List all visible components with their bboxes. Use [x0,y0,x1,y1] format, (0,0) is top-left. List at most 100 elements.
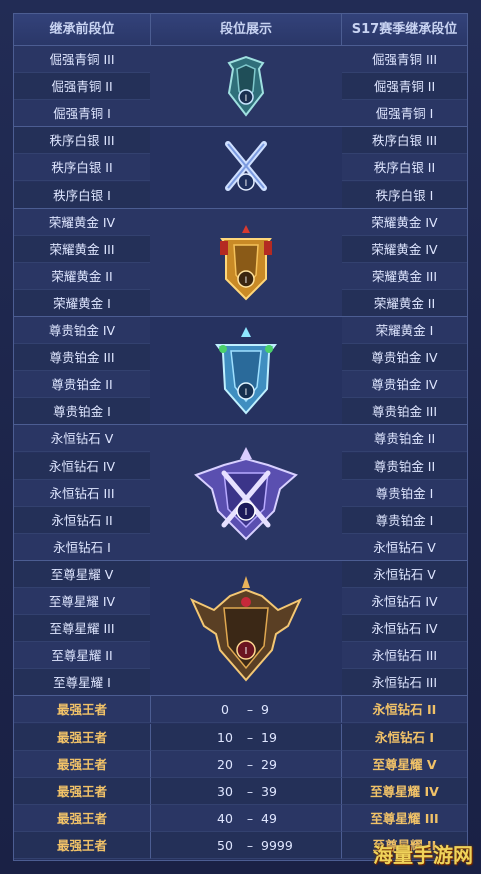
rank-after-cell: 至尊星耀 IV [342,777,467,805]
rank-badge-cell: I [150,208,342,317]
rank-inheritance-table: 继承前段位 段位展示 S17赛季继承段位 倔强青铜 III 倔强青铜 III 倔强青… [13,13,468,861]
gold-badge-icon: I [214,223,278,307]
rank-after-cell: 永恒钻石 IV [342,588,467,615]
king-rank-cell: 最强王者 [14,696,150,724]
rank-after-cell: 尊贵铂金 IV [342,344,467,372]
rank-after-cell: 秩序白银 I [342,181,467,209]
star-range-cell: 20–29 [150,750,342,778]
rank-after-cell: 荣耀黄金 I [342,317,467,344]
rank-before-cell: 至尊星耀 V [14,560,150,588]
rank-after-cell: 永恒钻石 I [342,723,467,751]
king-rank-cell: 最强王者 [14,723,150,751]
header-before-rank: 继承前段位 [14,14,150,46]
rank-before-cell: 荣耀黄金 II [14,262,150,290]
rank-before-cell: 尊贵铂金 II [14,371,150,399]
rank-before-cell: 至尊星耀 IV [14,588,150,615]
rank-before-cell: 荣耀黄金 IV [14,208,150,236]
star-range-cell: 50–9999 [150,831,342,859]
rank-before-cell: 荣耀黄金 III [14,235,150,263]
star-range-dash: – [246,729,254,745]
rank-after-cell: 永恒钻石 V [342,560,467,588]
rank-after-cell: 尊贵铂金 I [342,479,467,507]
rank-after-cell: 倔强青铜 I [342,100,467,128]
star-range-cell: 40–49 [150,804,342,832]
star-range-dash: – [246,756,254,772]
rank-after-cell: 至尊星耀 V [342,750,467,778]
svg-text:I: I [245,276,248,286]
star-range-cell: 30–39 [150,777,342,805]
rank-after-cell: 倔强青铜 III [342,46,467,73]
rank-after-cell: 永恒钻石 III [342,669,467,697]
rank-badge-cell: I [150,127,342,209]
rank-before-cell: 秩序白银 I [14,181,150,209]
rank-after-cell: 荣耀黄金 III [342,262,467,290]
star-range-from: 10 [217,729,233,745]
rank-before-cell: 倔强青铜 I [14,100,150,128]
rank-badge-cell: I [150,425,342,561]
rank-before-cell: 至尊星耀 III [14,615,150,643]
rank-after-cell: 尊贵铂金 II [342,425,467,453]
star-range-to: 49 [261,810,277,826]
rank-before-cell: 尊贵铂金 IV [14,317,150,344]
star-range-from: 40 [217,810,233,826]
star-range-cell: 10–19 [150,723,342,751]
watermark-logo: 海量手游网 [373,843,473,867]
rank-after-cell: 荣耀黄金 II [342,289,467,317]
star-range-dash: – [246,837,254,853]
rank-after-cell: 永恒钻石 III [342,642,467,670]
rank-after-cell: 永恒钻石 II [342,696,467,724]
star-range-dash: – [246,783,254,799]
star-range-cell: 0 –9 [150,696,342,724]
rank-after-cell: 至尊星耀 III [342,804,467,832]
rank-after-cell: 永恒钻石 V [342,533,467,561]
rank-after-cell: 尊贵铂金 II [342,452,467,480]
star-range-to: 9 [261,702,269,718]
svg-text:I: I [245,94,248,104]
star-range-to: 9999 [261,837,293,853]
svg-text:I: I [245,388,248,398]
rank-before-cell: 秩序白银 III [14,127,150,155]
rank-after-cell: 倔强青铜 II [342,73,467,101]
page: 继承前段位 段位展示 S17赛季继承段位 倔强青铜 III 倔强青铜 III 倔强青… [0,0,481,874]
rank-before-cell: 尊贵铂金 III [14,344,150,372]
rank-before-cell: 永恒钻石 II [14,506,150,534]
platinum-badge-icon: I [211,325,281,421]
star-range-from: 20 [217,756,233,772]
rank-before-cell: 永恒钻石 III [14,479,150,507]
rank-after-cell: 尊贵铂金 I [342,506,467,534]
header-rank-display: 段位展示 [150,14,342,46]
king-rank-cell: 最强王者 [14,750,150,778]
rank-badge-cell: I [150,46,342,128]
rank-after-cell: 秩序白银 II [342,154,467,182]
diamond-badge-icon: I [194,445,298,545]
star-range-dash: – [246,810,254,826]
rank-before-cell: 尊贵铂金 I [14,398,150,426]
king-rank-cell: 最强王者 [14,804,150,832]
rank-after-cell: 尊贵铂金 III [342,398,467,426]
rank-before-cell: 倔强青铜 III [14,46,150,73]
header-s17-rank: S17赛季继承段位 [342,14,467,46]
rank-before-cell: 永恒钻石 IV [14,452,150,480]
rank-before-cell: 秩序白银 II [14,154,150,182]
rank-before-cell: 永恒钻石 V [14,425,150,453]
svg-text:I: I [245,507,248,518]
svg-text:I: I [245,646,248,657]
star-range-to: 39 [261,783,277,799]
rank-badge-cell: I [150,560,342,697]
rank-before-cell: 永恒钻石 I [14,533,150,561]
rank-after-cell: 尊贵铂金 IV [342,371,467,399]
star-range-from: 0 [221,702,229,718]
svg-text:I: I [245,179,248,189]
silver-badge-icon: I [218,138,274,202]
rank-after-cell: 荣耀黄金 IV [342,235,467,263]
starlight-badge-icon: I [189,574,303,688]
rank-after-cell: 秩序白银 III [342,127,467,155]
rank-after-cell: 荣耀黄金 IV [342,208,467,236]
king-rank-cell: 最强王者 [14,777,150,805]
rank-badge-cell: I [150,317,342,426]
star-range-from: 30 [217,783,233,799]
rank-before-cell: 荣耀黄金 I [14,289,150,317]
star-range-dash: – [246,702,254,718]
star-range-to: 29 [261,756,277,772]
rank-before-cell: 至尊星耀 II [14,642,150,670]
